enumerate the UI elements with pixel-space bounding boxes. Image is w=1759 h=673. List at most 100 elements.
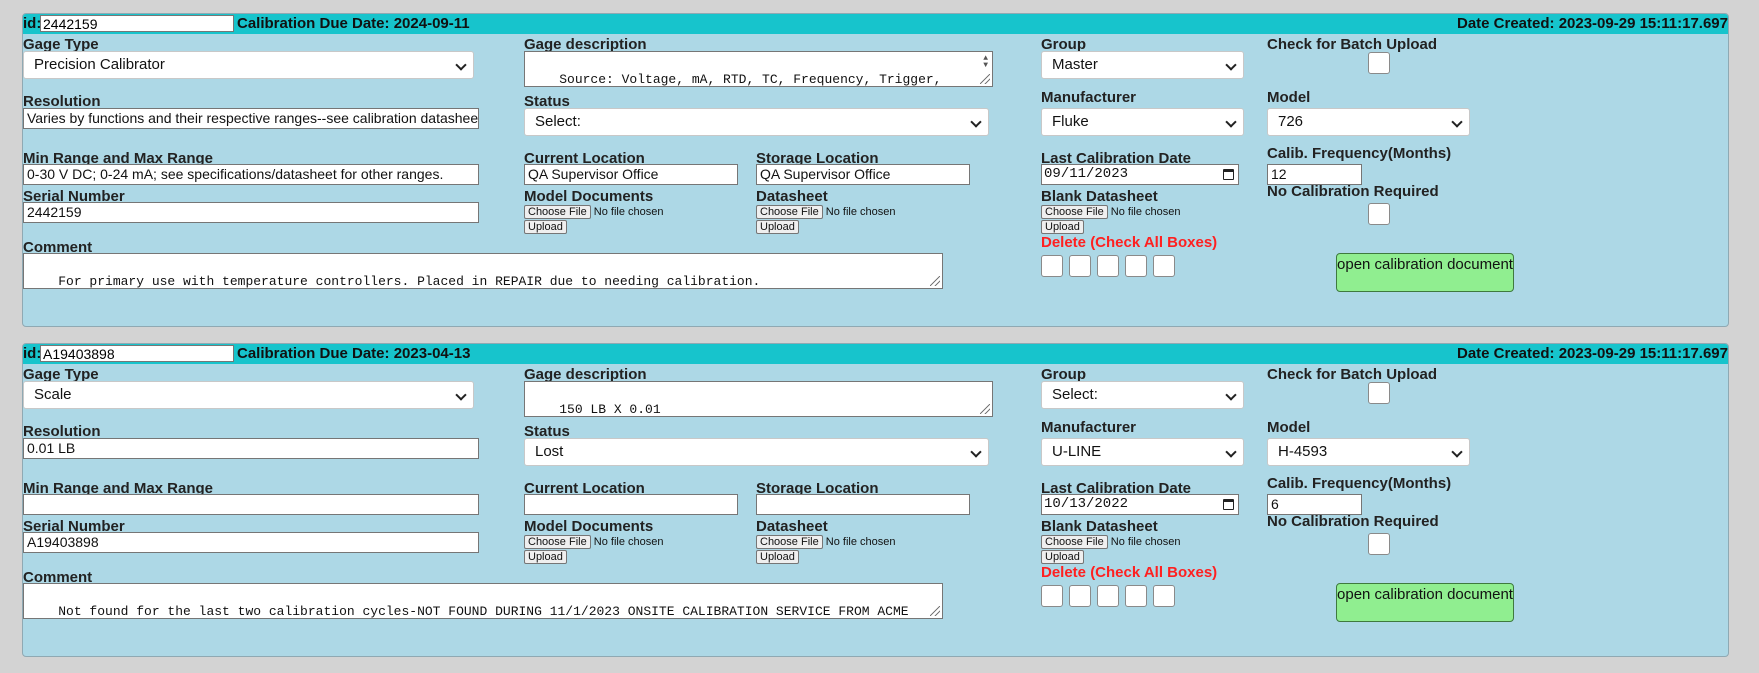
last-cal-date-input[interactable]: 09/11/2023 [1041,164,1239,185]
delete-checkbox-4[interactable] [1125,585,1147,607]
choose-file-button[interactable]: Choose File [756,205,823,219]
calendar-icon[interactable] [1223,169,1234,180]
resize-handle-icon[interactable] [930,276,940,286]
min-max-input[interactable] [23,494,479,515]
delete-checkbox-5[interactable] [1153,255,1175,277]
model-docs-upload-button[interactable]: Upload [524,550,567,564]
date-created-label: Date Created: [1456,15,1555,32]
model-docs-upload-button[interactable]: Upload [524,220,567,234]
manufacturer-select[interactable]: Fluke [1041,108,1244,136]
current-location-input[interactable]: QA Supervisor Office [524,164,738,185]
chevron-down-icon [1225,116,1237,128]
cal-due-label: Calibration Due Date: [237,345,390,362]
status-value: Lost [535,443,564,460]
resize-handle-icon[interactable] [930,606,940,616]
model-docs-file-input[interactable]: Choose File No file chosen [524,535,663,549]
delete-checkbox-3[interactable] [1097,585,1119,607]
choose-file-button[interactable]: Choose File [1041,205,1108,219]
delete-checkbox-2[interactable] [1069,255,1091,277]
cal-due-date: 2024-09-11 [393,15,470,32]
blank-datasheet-upload-button[interactable]: Upload [1041,550,1084,564]
no-cal-checkbox[interactable] [1368,203,1390,225]
datasheet-upload-button[interactable]: Upload [756,550,799,564]
batch-upload-checkbox[interactable] [1368,52,1390,74]
group-select[interactable]: Master [1041,51,1244,79]
datasheet-file-input[interactable]: Choose File No file chosen [756,535,895,549]
comment-textarea[interactable]: For primary use with temperature control… [23,253,943,289]
choose-file-button[interactable]: Choose File [756,535,823,549]
group-value: Master [1052,56,1098,73]
gage-description-textarea[interactable]: Source: Voltage, mA, RTD, TC, Frequency,… [524,51,993,87]
id-input[interactable] [40,345,234,362]
blank-datasheet-file-input[interactable]: Choose File No file chosen [1041,205,1180,219]
manufacturer-value: U-LINE [1052,443,1102,460]
blank-datasheet-file-input[interactable]: Choose File No file chosen [1041,535,1180,549]
model-label: Model [1267,89,1311,106]
gage-record-card: id: Calibration Due Date: 2023-04-13 Dat… [22,343,1729,657]
group-value: Select: [1052,386,1098,403]
datasheet-upload-button[interactable]: Upload [756,220,799,234]
delete-checkbox-4[interactable] [1125,255,1147,277]
delete-checkbox-1[interactable] [1041,585,1063,607]
id-label: id: [23,15,42,32]
storage-location-input[interactable]: QA Supervisor Office [756,164,970,185]
gage-record-card: id: Calibration Due Date: 2024-09-11 Dat… [22,13,1729,327]
batch-upload-checkbox[interactable] [1368,382,1390,404]
comment-textarea[interactable]: Not found for the last two calibration c… [23,583,943,619]
delete-label: Delete (Check All Boxes) [1041,564,1218,581]
calendar-icon[interactable] [1223,499,1234,510]
model-docs-file-input[interactable]: Choose File No file chosen [524,205,663,219]
gage-type-value: Precision Calibrator [34,56,165,73]
last-cal-date-value: 09/11/2023 [1044,166,1129,182]
scroll-arrows-icon[interactable]: ▲ ▼ [983,55,988,70]
cal-freq-input[interactable]: 6 [1267,494,1362,515]
min-max-input[interactable]: 0-30 V DC; 0-24 mA; see specifications/d… [23,164,479,185]
model-docs-label: Model Documents [524,518,654,535]
model-label: Model [1267,419,1311,436]
resolution-input[interactable]: Varies by functions and their respective… [23,108,479,129]
choose-file-button[interactable]: Choose File [524,205,591,219]
manufacturer-select[interactable]: U-LINE [1041,438,1244,466]
date-created-label: Date Created: [1456,345,1555,362]
no-file-text: No file chosen [825,535,896,548]
delete-checkbox-5[interactable] [1153,585,1175,607]
storage-location-input[interactable] [756,494,970,515]
last-cal-date-input[interactable]: 10/13/2022 [1041,494,1239,515]
delete-checkbox-3[interactable] [1097,255,1119,277]
cal-due-label: Calibration Due Date: [237,15,390,32]
resolution-input[interactable]: 0.01 LB [23,438,479,459]
manufacturer-label: Manufacturer [1041,419,1137,436]
status-select[interactable]: Select: [524,108,989,136]
id-input[interactable] [40,15,234,32]
no-file-text: No file chosen [593,205,664,218]
delete-checkbox-1[interactable] [1041,255,1063,277]
group-select[interactable]: Select: [1041,381,1244,409]
resize-handle-icon[interactable] [980,404,990,414]
serial-input[interactable]: A19403898 [23,532,479,553]
status-select[interactable]: Lost [524,438,989,466]
open-calibration-document-button[interactable]: open calibration document [1336,253,1514,292]
chevron-down-icon [455,59,467,71]
serial-input[interactable]: 2442159 [23,202,479,223]
model-select[interactable]: 726 [1267,108,1470,136]
open-calibration-document-button[interactable]: open calibration document [1336,583,1514,622]
gage-description-textarea[interactable]: 150 LB X 0.01 [524,381,993,417]
chevron-down-icon [1225,389,1237,401]
blank-datasheet-label: Blank Datasheet [1041,518,1158,535]
cal-freq-input[interactable]: 12 [1267,164,1362,185]
current-location-input[interactable] [524,494,738,515]
datasheet-file-input[interactable]: Choose File No file chosen [756,205,895,219]
id-label: id: [23,345,42,362]
delete-checkbox-2[interactable] [1069,585,1091,607]
resize-handle-icon[interactable] [980,74,990,84]
gage-description-value: Source: Voltage, mA, RTD, TC, Frequency,… [559,72,942,87]
no-file-text: No file chosen [1110,205,1181,218]
no-cal-checkbox[interactable] [1368,533,1390,555]
gage-type-select[interactable]: Precision Calibrator [23,51,474,79]
model-select[interactable]: H-4593 [1267,438,1470,466]
cal-freq-label: Calib. Frequency(Months) [1267,475,1452,492]
gage-type-select[interactable]: Scale [23,381,474,409]
blank-datasheet-upload-button[interactable]: Upload [1041,220,1084,234]
choose-file-button[interactable]: Choose File [1041,535,1108,549]
choose-file-button[interactable]: Choose File [524,535,591,549]
